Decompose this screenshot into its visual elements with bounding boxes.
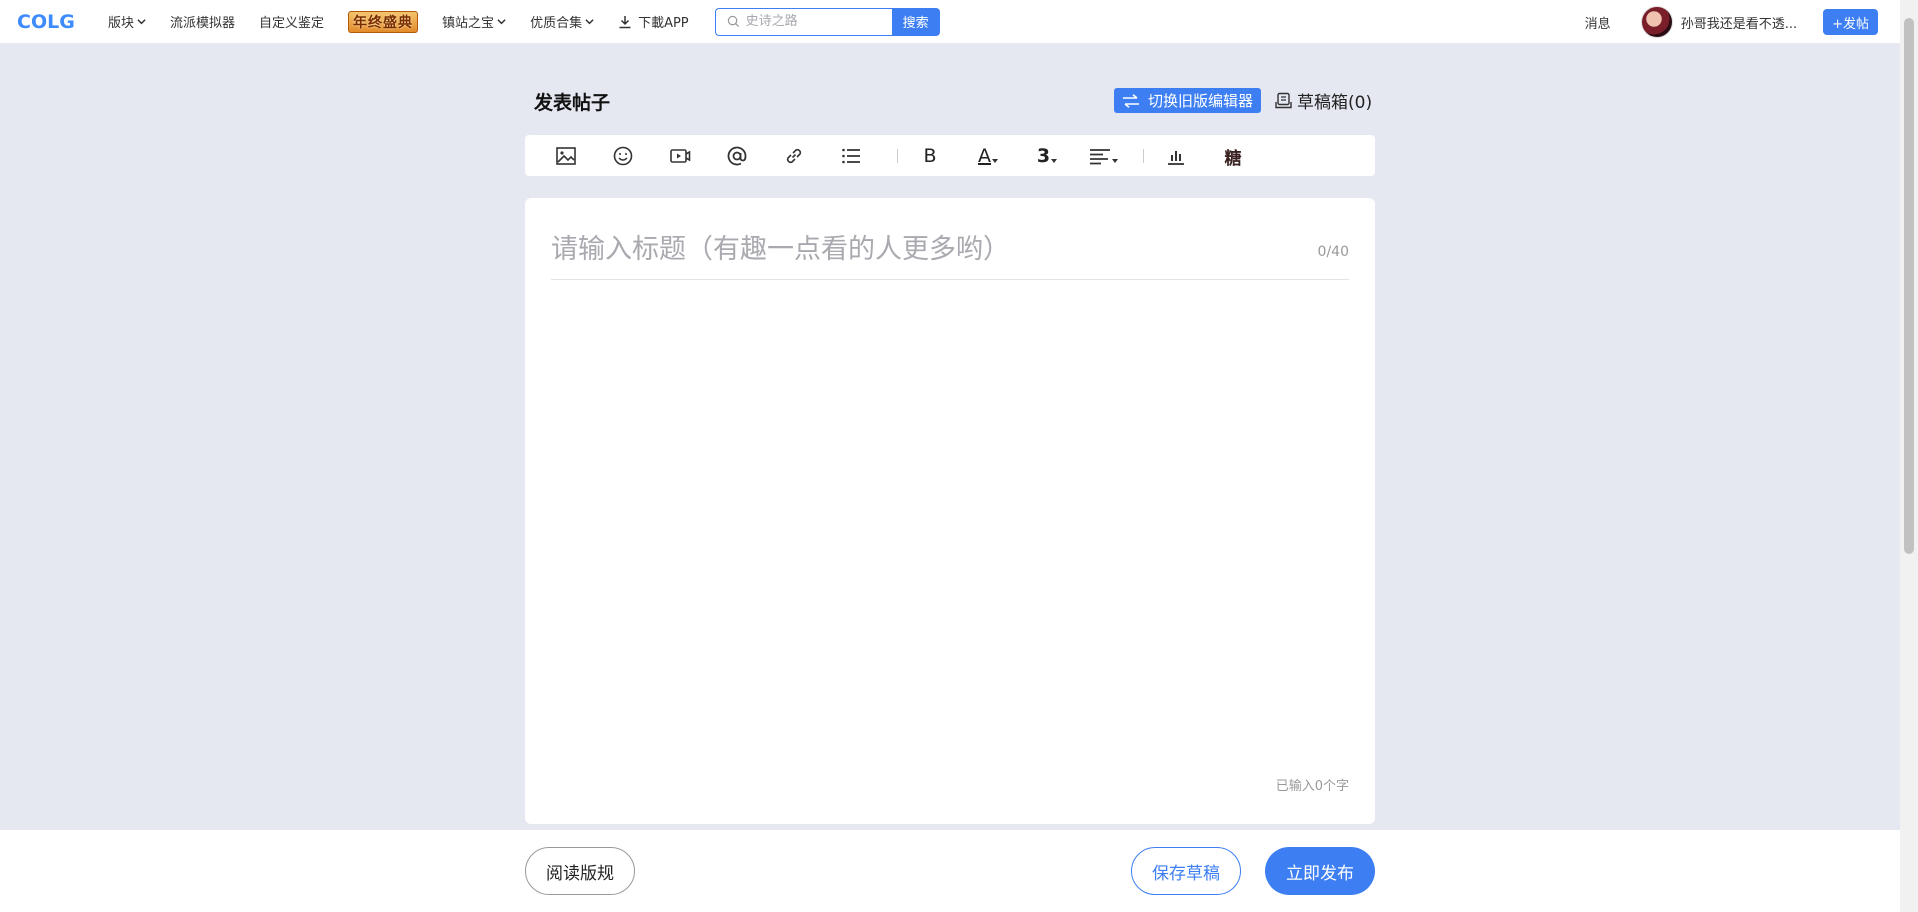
publish-button[interactable]: 立即发布 [1265,847,1375,895]
special-button[interactable]: 糖 [1222,145,1244,169]
insert-image-button[interactable] [555,145,577,167]
top-nav: COLG 版块 流派模拟器 自定义鉴定 年终盛典 镇站之宝 优质合集 下載APP [0,0,1900,44]
nav-item-simulator[interactable]: 流派模拟器 [170,12,235,31]
nav-item-label: 镇站之宝 [442,16,495,31]
switch-editor-label: 切换旧版编辑器 [1148,92,1254,110]
download-icon [619,15,631,28]
nav-item-sections[interactable]: 版块 [108,12,146,31]
mention-button[interactable] [726,145,748,167]
post-editor: 0/40 已输入0个字 [525,198,1375,824]
drafts-label: 草稿箱(0) [1297,93,1373,113]
list-button[interactable] [840,145,862,167]
switch-editor-button[interactable]: 切换旧版编辑器 [1114,88,1262,113]
insert-video-button[interactable] [669,145,691,167]
nav-item-label: 自定义鉴定 [259,16,325,31]
video-icon [670,149,691,163]
insert-chart-button[interactable] [1165,145,1187,167]
body-char-counter: 已输入0个字 [1275,779,1349,794]
editor-toolbar: B A 3 糖 [525,135,1375,176]
title-char-counter: 0/40 [1317,244,1349,260]
site-logo[interactable]: COLG [17,11,79,33]
search-input[interactable] [745,14,886,29]
search-bar: 搜索 [714,7,940,36]
main-nav: 版块 流派模拟器 自定义鉴定 年终盛典 镇站之宝 优质合集 下載APP [108,0,713,44]
bold-icon: B [923,145,937,167]
nav-item-treasures[interactable]: 镇站之宝 [442,12,506,31]
image-icon [556,147,576,165]
toolbar-divider [1143,149,1144,163]
chart-icon [1168,151,1184,165]
link-icon [786,148,802,164]
body-textarea[interactable] [551,298,1349,768]
chevron-down-icon [585,19,594,25]
special-icon: 糖 [1224,148,1242,169]
read-rules-button[interactable]: 阅读版规 [525,847,635,895]
nav-item-label: 下載APP [638,16,689,31]
nav-item-label: 优质合集 [530,16,583,31]
font-color-icon: A [978,145,991,167]
emoji-icon [613,146,633,166]
font-size-button[interactable]: 3 [1033,145,1061,167]
scrollbar-thumb[interactable] [1904,18,1914,554]
align-icon [1089,149,1110,165]
new-post-button[interactable]: +发帖 [1823,9,1878,35]
page-title: 发表帖子 [534,92,611,114]
swap-icon [1123,93,1139,108]
save-draft-button[interactable]: 保存草稿 [1131,847,1241,895]
nav-item-download-app[interactable]: 下載APP [618,12,689,31]
bold-button[interactable]: B [919,145,941,167]
caret-down-icon [1051,159,1058,163]
nav-item-collections[interactable]: 优质合集 [530,12,594,31]
chevron-down-icon [497,19,506,25]
mention-icon [727,146,747,166]
insert-link-button[interactable] [783,145,805,167]
list-icon [842,148,860,164]
messages-link[interactable]: 消息 [1585,13,1611,32]
caret-down-icon [992,159,998,163]
action-bar: 阅读版规 保存草稿 立即发布 [0,830,1900,912]
font-size-icon: 3 [1036,145,1051,167]
page-scrollbar[interactable] [1900,0,1918,912]
title-row: 0/40 [551,220,1349,280]
toolbar-divider [897,149,898,163]
search-icon [727,15,739,28]
draft-box-icon [1275,92,1292,109]
title-input[interactable] [551,234,1271,265]
search-button[interactable]: 搜索 [891,7,940,36]
nav-item-custom-appraisal[interactable]: 自定义鉴定 [259,12,324,31]
caret-down-icon [1111,159,1118,163]
drafts-button[interactable]: 草稿箱(0) [1275,88,1372,113]
avatar[interactable] [1640,6,1673,38]
nav-item-label: 版块 [108,16,135,31]
user-nav: 消息 孙哥我还是看不透... +发帖 [1585,0,1878,44]
search-box [714,7,892,36]
insert-emoji-button[interactable] [612,145,634,167]
align-button[interactable] [1088,145,1118,167]
font-color-button[interactable]: A [974,145,1002,167]
username[interactable]: 孙哥我还是看不透... [1681,13,1797,32]
chevron-down-icon [137,19,146,25]
festival-banner[interactable]: 年终盛典 [348,10,419,33]
nav-item-label: 流派模拟器 [170,16,236,31]
